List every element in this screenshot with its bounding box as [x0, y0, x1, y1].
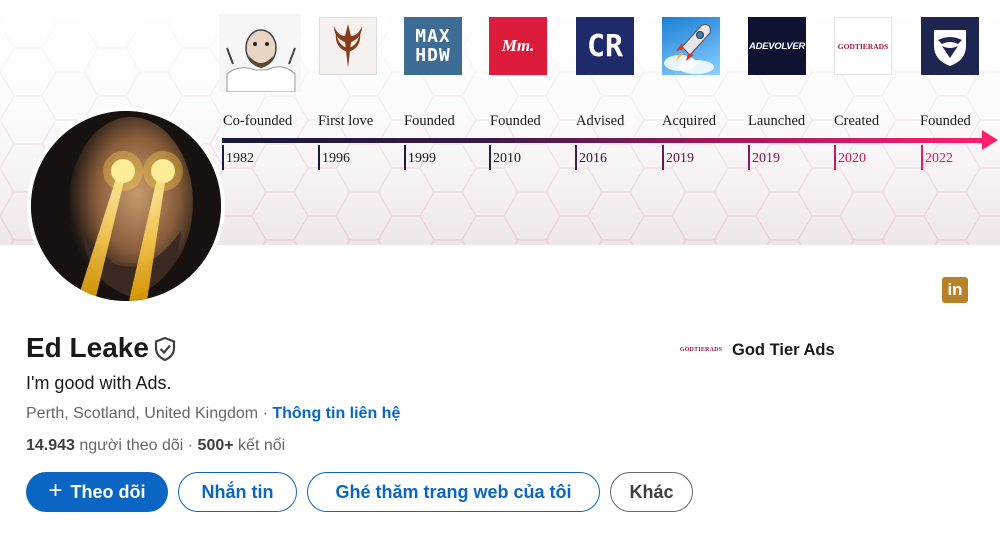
timeline-label-1999: Founded: [404, 113, 455, 129]
company-logo: GODTIERADS: [680, 338, 722, 362]
followers-label: người theo dõi: [74, 437, 184, 454]
adevolver-logo: ADEVOLVER: [748, 17, 806, 75]
message-button-label: Nhắn tin: [201, 481, 274, 502]
timeline-line: [222, 138, 988, 143]
timeline-tick: [575, 145, 577, 170]
timeline-year: 2019: [666, 151, 694, 166]
connections-count[interactable]: 500+: [198, 437, 234, 454]
timeline-arrow-icon: [982, 130, 998, 150]
linkedin-icon-text: in: [947, 280, 963, 299]
timeline-year: 2016: [579, 151, 607, 166]
timeline-tick: [489, 145, 491, 170]
timeline-label-2019a: Acquired: [662, 113, 716, 129]
timeline-year: 2022: [925, 151, 953, 166]
company-logo-text: GODTIERADS: [679, 347, 723, 353]
timeline-tick: [222, 145, 224, 170]
avatar[interactable]: [27, 107, 225, 305]
follow-button[interactable]: + Theo dõi: [26, 472, 168, 512]
godtierads-logo: GODTIERADS: [834, 17, 892, 75]
timeline-year: 2019: [752, 151, 780, 166]
timeline-label-2019b: Launched: [748, 113, 806, 129]
timeline-year: 1999: [408, 151, 436, 166]
mm-logo: Mm.: [489, 17, 547, 75]
timeline-label-2022: Founded: [920, 113, 971, 129]
contact-info-link[interactable]: Thông tin liên hệ: [272, 405, 400, 422]
timeline-tick: [748, 145, 750, 170]
stats-row: 14.943 người theo dõi · 500+ kết nối: [26, 437, 285, 455]
separator: ·: [258, 405, 273, 422]
company-name: God Tier Ads: [732, 340, 835, 359]
cr-logo-text: CR: [586, 28, 624, 64]
timeline-tick: [662, 145, 664, 170]
timeline-year: 2020: [838, 151, 866, 166]
mm-logo-text: Mm.: [501, 36, 535, 55]
max-hdw-logo: MAX HDW: [404, 17, 462, 75]
profile-location: Perth, Scotland, United Kingdom: [26, 405, 259, 422]
current-company[interactable]: GODTIERADS God Tier Ads: [680, 338, 835, 362]
linkedin-icon[interactable]: in: [942, 277, 968, 303]
visit-website-button[interactable]: Ghé thăm trang web của tôi: [307, 472, 600, 512]
timeline-label-1996: First love: [318, 113, 374, 129]
follow-button-label: Theo dõi: [70, 481, 146, 502]
avatar-photo: [31, 111, 221, 301]
timeline-tick: [318, 145, 320, 170]
followers-count[interactable]: 14.943: [26, 437, 75, 454]
timeline-year: 1996: [322, 151, 350, 166]
rocket-icon: [662, 17, 720, 75]
visit-website-button-label: Ghé thăm trang web của tôi: [335, 481, 572, 502]
profile-headline: I'm good with Ads.: [26, 373, 172, 393]
max-hdw-logo-text: MAX HDW: [415, 26, 451, 66]
godtierads-logo-text: GODTIERADS: [837, 41, 889, 51]
timeline-year: 1982: [226, 151, 254, 166]
eagle-shield-icon: [921, 17, 979, 75]
connections-label: kết nối: [233, 437, 286, 454]
timeline-tick: [834, 145, 836, 170]
location-row: Perth, Scotland, United Kingdom · Thông …: [26, 405, 400, 423]
message-button[interactable]: Nhắn tin: [178, 472, 297, 512]
timeline-year: 2010: [493, 151, 521, 166]
cr-logo: CR: [576, 17, 634, 75]
verified-shield-icon[interactable]: [152, 336, 178, 362]
timeline-label-2020: Created: [834, 113, 880, 129]
quake-icon: [319, 17, 377, 75]
timeline-label-2010: Founded: [490, 113, 541, 129]
more-button[interactable]: Khác: [610, 472, 693, 512]
more-button-label: Khác: [629, 481, 674, 502]
timeline-tick: [404, 145, 406, 170]
timeline-label-2016: Advised: [576, 113, 625, 129]
adevolver-logo-text: ADEVOLVER: [749, 40, 805, 52]
plus-icon: +: [48, 477, 63, 504]
timeline-tick: [921, 145, 923, 170]
timeline-label-1982: Co-founded: [223, 113, 293, 129]
cartoon-man-icon: [219, 14, 301, 92]
profile-name: Ed Leake: [26, 332, 149, 363]
stats-separator: ·: [183, 437, 198, 454]
